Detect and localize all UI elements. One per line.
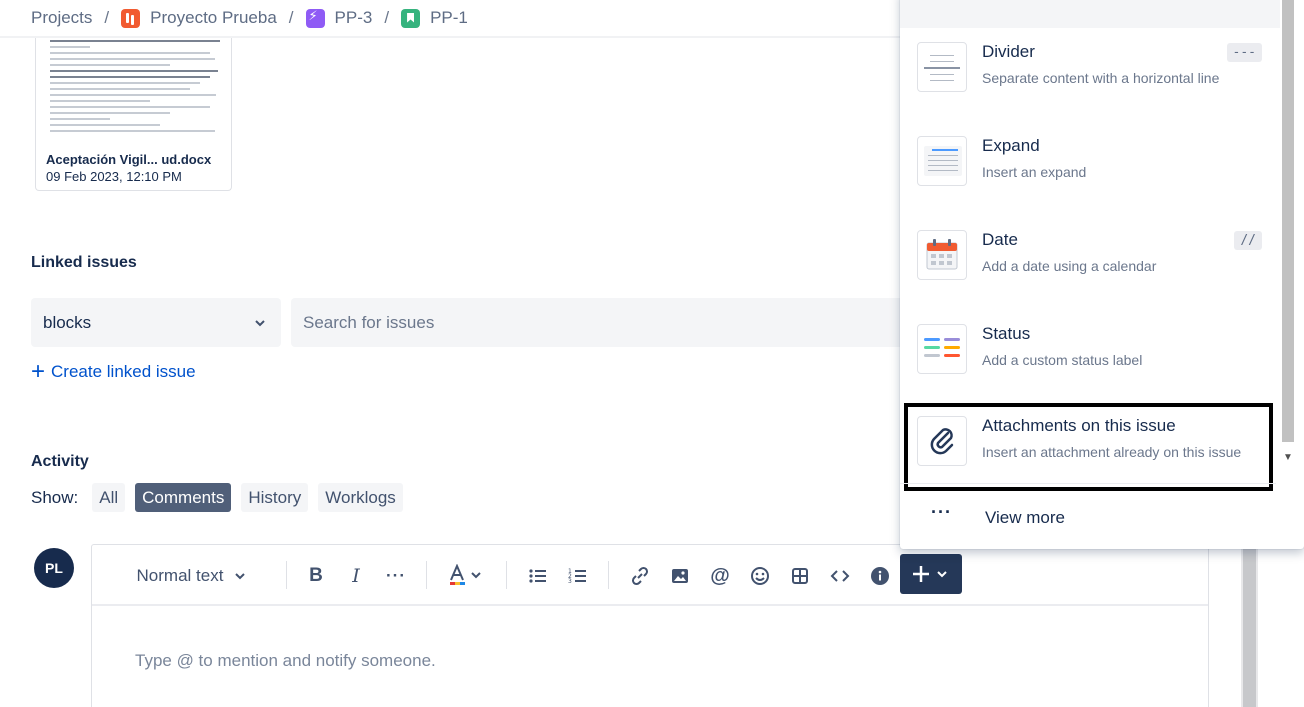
create-linked-issue-button[interactable]: + Create linked issue: [31, 358, 196, 385]
avatar[interactable]: PL: [34, 548, 74, 588]
info-icon[interactable]: [868, 563, 892, 589]
bullet-list-icon[interactable]: [526, 563, 550, 589]
attachment-date: 09 Feb 2023, 12:10 PM: [46, 169, 182, 184]
project-icon: [121, 8, 141, 28]
filter-all[interactable]: All: [92, 483, 126, 512]
date-icon: [917, 230, 967, 280]
menu-item-title: Expand: [982, 136, 1040, 155]
italic-icon[interactable]: I: [344, 563, 368, 589]
menu-item-date[interactable]: Date Add a date using a calendar //: [900, 216, 1276, 310]
breadcrumb-separator: /: [104, 8, 110, 27]
activity-filter-row: Show: All Comments History Worklogs: [31, 483, 413, 512]
breadcrumb-separator: /: [384, 8, 390, 27]
code-icon[interactable]: [828, 563, 852, 589]
breadcrumb-projects[interactable]: Projects: [31, 8, 92, 28]
breadcrumb: Projects / Proyecto Prueba / PP-3 / PP-1: [31, 8, 468, 28]
comment-editor: Normal text B I ··· 123 @ Type @ to ment…: [91, 544, 1209, 707]
story-icon: [401, 8, 421, 28]
search-issues-placeholder: Search for issues: [303, 312, 435, 332]
text-color-icon[interactable]: [446, 563, 486, 589]
menu-item-description: Add a date using a calendar: [982, 258, 1157, 274]
emoji-icon[interactable]: [748, 563, 772, 589]
menu-item-title: Status: [982, 324, 1031, 343]
insert-menu: Divider Separate content with a horizont…: [900, 0, 1304, 549]
more-icon: ···: [931, 502, 952, 522]
view-more-label: View more: [985, 508, 1065, 527]
text-style-label: Normal text: [136, 566, 224, 585]
divider-icon: [917, 42, 967, 92]
menu-item-description: Separate content with a horizontal line: [982, 70, 1220, 86]
numbered-list-icon[interactable]: 123: [566, 563, 590, 589]
menu-item-title: Divider: [982, 42, 1035, 61]
attachment-card[interactable]: Aceptación Vigil... ud.docx 09 Feb 2023,…: [35, 38, 232, 191]
link-icon[interactable]: [628, 563, 652, 589]
link-type-value: blocks: [43, 312, 92, 332]
bold-icon[interactable]: B: [304, 563, 328, 589]
menu-item-divider[interactable]: Divider Separate content with a horizont…: [900, 28, 1276, 122]
menu-item-title: Date: [982, 230, 1018, 249]
chevron-down-icon: [235, 573, 246, 580]
linked-issues-heading: Linked issues: [31, 254, 137, 271]
status-icon: [917, 324, 967, 374]
create-linked-issue-label: Create linked issue: [51, 362, 196, 381]
menu-divider: [900, 483, 1276, 484]
epic-icon: [305, 8, 325, 28]
menu-item-status[interactable]: Status Add a custom status label: [900, 310, 1276, 404]
filter-comments[interactable]: Comments: [135, 483, 232, 512]
attachment-name: Aceptación Vigil... ud.docx: [46, 152, 212, 167]
view-more-button[interactable]: ··· View more: [900, 496, 1276, 536]
link-type-select[interactable]: blocks: [31, 298, 281, 347]
breadcrumb-project[interactable]: Proyecto Prueba: [150, 8, 277, 28]
svg-text:3: 3: [568, 578, 572, 585]
breadcrumb-issue[interactable]: PP-1: [430, 8, 468, 28]
filter-history[interactable]: History: [241, 483, 309, 512]
activity-heading: Activity: [31, 453, 89, 470]
scroll-down-icon[interactable]: ▼: [1283, 452, 1293, 463]
breadcrumb-parent-issue[interactable]: PP-3: [335, 8, 373, 28]
menu-item-shortcut: ---: [1226, 43, 1262, 62]
more-formatting-icon[interactable]: ···: [384, 563, 408, 589]
menu-item-description: Add a custom status label: [982, 352, 1143, 368]
breadcrumb-separator: /: [288, 8, 294, 27]
mention-icon[interactable]: @: [708, 563, 732, 589]
menu-item-shortcut: //: [1234, 231, 1262, 250]
expand-icon: [917, 136, 967, 186]
text-style-dropdown[interactable]: Normal text: [130, 563, 254, 589]
editor-toolbar: Normal text B I ··· 123 @ Type @ to ment…: [92, 545, 1208, 670]
menu-item-description: Insert an expand: [982, 164, 1087, 180]
menu-item-expand[interactable]: Expand Insert an expand: [900, 122, 1276, 216]
chevron-down-icon: [255, 319, 265, 326]
attachment-thumbnail: [50, 40, 220, 190]
plus-icon: +: [31, 358, 46, 385]
menu-scrollbar[interactable]: ▼: [1280, 0, 1296, 470]
insert-plus-icon[interactable]: [900, 554, 962, 594]
show-label: Show:: [31, 487, 79, 507]
selection-highlight: [904, 403, 1273, 491]
search-issues-input[interactable]: Search for issues: [291, 298, 931, 347]
filter-worklogs[interactable]: Worklogs: [318, 483, 403, 512]
insert-menu-top: [900, 0, 1280, 28]
image-icon[interactable]: [668, 563, 692, 589]
table-icon[interactable]: [788, 563, 812, 589]
comment-input[interactable]: Type @ to mention and notify someone.: [135, 651, 436, 671]
